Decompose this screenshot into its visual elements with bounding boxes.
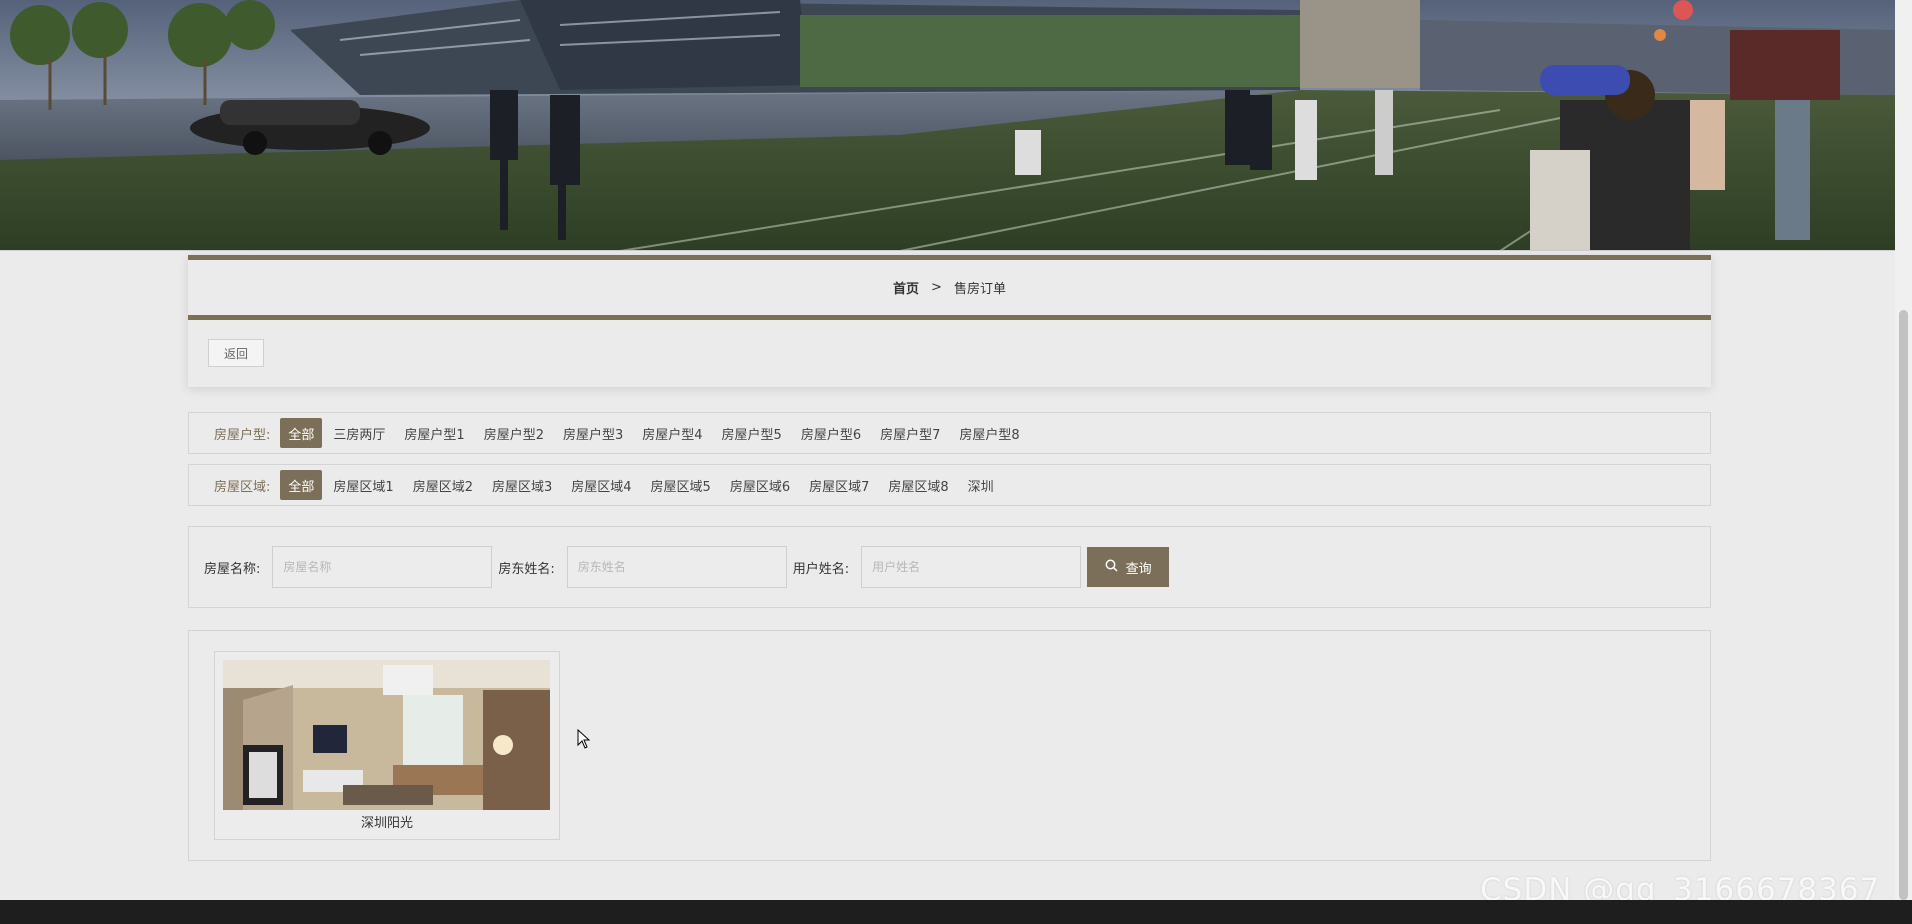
filter-area-option[interactable]: 房屋区域2 [405,470,481,500]
filter-type-option[interactable]: 全部 [280,418,323,448]
filter-area-option[interactable]: 房屋区域8 [880,470,956,500]
filter-type-option[interactable]: 房屋户型5 [714,418,790,448]
filter-type-option[interactable]: 房屋户型1 [396,418,472,448]
user-name-label: 用户姓名: [792,561,850,577]
breadcrumb-separator: > [931,280,942,295]
breadcrumb-home-link[interactable]: 首页 [893,278,919,297]
filter-house-type-label: 房屋户型: [214,427,271,443]
house-name-label: 房屋名称: [204,561,261,577]
filter-area-option[interactable]: 房屋区域7 [801,470,877,500]
house-photo [223,660,550,810]
filter-area-option[interactable]: 房屋区域4 [563,470,639,500]
filter-area-option[interactable]: 房屋区域6 [722,470,798,500]
filter-type-option[interactable]: 房屋户型6 [793,418,869,448]
filter-area-option[interactable]: 房屋区域1 [325,470,401,500]
search-button[interactable]: 查询 [1087,547,1170,587]
search-button-label: 查询 [1125,561,1152,577]
breadcrumb: 首页 > 售房订单 [188,260,1711,315]
scrollbar-thumb[interactable] [1899,310,1908,900]
filter-house-area-label: 房屋区域: [214,479,271,495]
filter-type-option[interactable]: 房屋户型3 [555,418,631,448]
filter-type-option[interactable]: 房屋户型7 [872,418,948,448]
search-icon [1105,559,1118,576]
filter-type-option[interactable]: 三房两厅 [325,418,393,448]
taskbar [0,900,1912,924]
banner-image [0,0,1895,250]
search-form: 房屋名称: 房东姓名: 用户姓名: 查询 [188,526,1711,608]
house-title: 深圳阳光 [360,816,413,831]
house-name-input[interactable] [272,546,493,588]
filter-area-option[interactable]: 房屋区域3 [484,470,560,500]
filter-house-area: 房屋区域: 全部 房屋区域1 房屋区域2 房屋区域3 房屋区域4 房屋区域5 房… [188,464,1711,506]
mouse-cursor-icon [577,728,591,753]
results-panel: 深圳阳光 [188,630,1711,861]
filter-house-type: 房屋户型: 全部 三房两厅 房屋户型1 房屋户型2 房屋户型3 房屋户型4 房屋… [188,412,1711,454]
back-button[interactable]: 返回 [208,339,264,367]
landlord-name-input[interactable] [566,546,787,588]
filter-area-option[interactable]: 房屋区域5 [643,470,719,500]
filter-type-option[interactable]: 房屋户型4 [634,418,710,448]
filter-area-option[interactable]: 深圳 [960,470,1002,500]
landlord-name-label: 房东姓名: [498,561,555,577]
filter-type-option[interactable]: 房屋户型2 [476,418,552,448]
page: 首页 > 售房订单 返回 房屋户型: 全部 三房两厅 房屋户型1 房屋户型2 房… [0,0,1912,924]
page-scrollbar[interactable] [1895,0,1912,900]
hero-banner [0,0,1895,251]
breadcrumb-current: 售房订单 [953,282,1006,297]
house-card[interactable]: 深圳阳光 [214,651,560,840]
user-name-input[interactable] [861,546,1082,588]
accent-bar-middle [188,315,1711,320]
filter-type-option[interactable]: 房屋户型8 [951,418,1027,448]
breadcrumb-card: 首页 > 售房订单 返回 [188,255,1711,387]
filter-area-option[interactable]: 全部 [280,470,323,500]
